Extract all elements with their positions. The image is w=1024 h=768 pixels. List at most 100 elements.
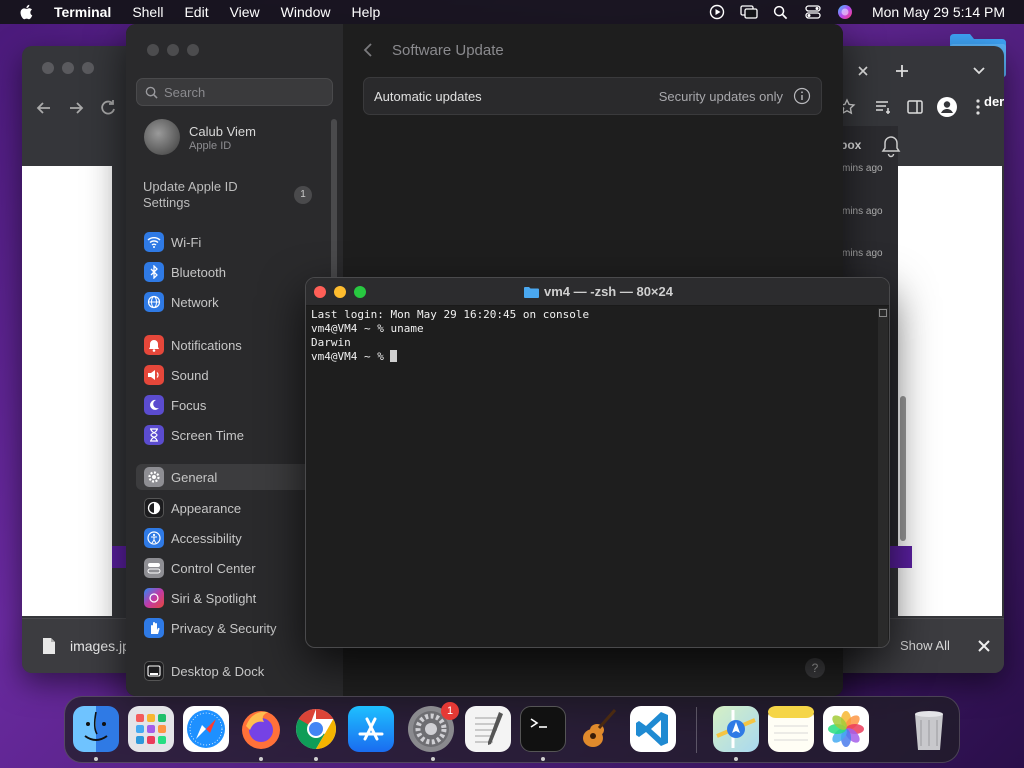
window-zoom-button[interactable] <box>187 44 199 56</box>
menu-clock[interactable]: Mon May 29 5:14 PM <box>872 4 1005 20</box>
close-download-bar-icon[interactable] <box>977 639 991 653</box>
siri-icon[interactable] <box>836 3 854 21</box>
menu-app-name[interactable]: Terminal <box>54 4 111 20</box>
tab-close-icon[interactable] <box>856 64 870 78</box>
dock-running-indicator <box>94 757 98 761</box>
message-time: mins ago <box>842 206 883 217</box>
inbox-label: box <box>840 138 862 152</box>
user-avatar[interactable] <box>144 119 180 155</box>
tab-search-chevron-icon[interactable] <box>972 65 986 77</box>
dock-notes-icon[interactable] <box>768 706 814 752</box>
moon-icon <box>144 395 164 415</box>
terminal-prompt: vm4@VM4 ~ % <box>311 350 391 363</box>
sidebar-item-label: Siri & Spotlight <box>171 590 257 606</box>
menu-shell[interactable]: Shell <box>132 4 163 20</box>
window-close-button[interactable] <box>147 44 159 56</box>
screen-record-icon[interactable] <box>708 3 726 21</box>
appearance-icon <box>144 498 164 518</box>
terminal-output[interactable]: Last login: Mon May 29 16:20:45 on conso… <box>311 308 871 364</box>
download-file-name[interactable]: images.jp <box>70 638 130 654</box>
sidebar-item-sound[interactable]: Sound <box>136 362 333 388</box>
dock-trash-icon[interactable] <box>906 706 952 752</box>
dock-safari-icon[interactable] <box>183 706 229 752</box>
sidebar-item-focus[interactable]: Focus <box>136 392 333 418</box>
file-icon <box>43 638 55 654</box>
info-icon[interactable] <box>793 87 811 105</box>
sidebar-item-wifi[interactable]: Wi-Fi <box>136 229 333 255</box>
notification-bell-icon[interactable] <box>880 134 902 158</box>
dock-running-indicator <box>314 757 318 761</box>
dock-chrome-icon[interactable] <box>293 706 339 752</box>
dock-icon <box>144 661 164 681</box>
sidebar-item-screen-time[interactable]: Screen Time <box>136 422 333 448</box>
sidebar-item-privacy-security[interactable]: Privacy & Security <box>136 615 333 641</box>
terminal-title-bar[interactable]: vm4 — -zsh — 80×24 <box>306 278 889 306</box>
dock-maps-icon[interactable] <box>713 706 759 752</box>
new-tab-icon[interactable] <box>894 63 910 79</box>
search-placeholder: Search <box>164 84 206 100</box>
message-time: mins ago <box>842 248 883 259</box>
reload-icon[interactable] <box>98 98 118 118</box>
dock-separator <box>696 707 697 753</box>
menu-help[interactable]: Help <box>351 4 380 20</box>
terminal-window: vm4 — -zsh — 80×24 Last login: Mon May 2… <box>305 277 890 648</box>
more-menu-icon[interactable] <box>974 98 982 116</box>
sidebar-item-network[interactable]: Network <box>136 289 333 315</box>
dock-terminal-icon[interactable] <box>520 706 566 752</box>
window-minimize-button[interactable] <box>62 62 74 74</box>
dock-garageband-icon[interactable] <box>575 706 621 752</box>
text-cursor <box>390 350 398 362</box>
scrollbar-square-icon <box>879 309 887 317</box>
forward-arrow-icon[interactable] <box>66 98 86 118</box>
sidebar-item-desktop-dock[interactable]: Desktop & Dock <box>136 658 333 684</box>
terminal-prompt-line: vm4@VM4 ~ % <box>311 350 871 364</box>
dock-finder-icon[interactable] <box>73 706 119 752</box>
automatic-updates-row[interactable]: Automatic updates Security updates only <box>363 77 822 115</box>
dock-textedit-icon[interactable] <box>465 706 511 752</box>
dock-photos-icon[interactable] <box>823 706 869 752</box>
menu-window[interactable]: Window <box>281 4 331 20</box>
dock-app-store-icon[interactable] <box>348 706 394 752</box>
show-all-button[interactable]: Show All <box>900 638 950 653</box>
menu-view[interactable]: View <box>230 4 260 20</box>
hand-icon <box>144 618 164 638</box>
window-minimize-button[interactable] <box>167 44 179 56</box>
dock-vscode-icon[interactable] <box>630 706 676 752</box>
page-scrollbar[interactable] <box>900 396 906 541</box>
apple-menu-icon[interactable] <box>18 3 36 21</box>
spotlight-search-icon[interactable] <box>772 3 790 21</box>
back-arrow-icon[interactable] <box>34 98 54 118</box>
menu-edit[interactable]: Edit <box>184 4 208 20</box>
terminal-scrollbar[interactable] <box>878 308 888 647</box>
terminal-title: vm4 — -zsh — 80×24 <box>306 284 889 299</box>
help-button[interactable]: ? <box>805 658 825 678</box>
sidebar-item-bluetooth[interactable]: Bluetooth <box>136 259 333 285</box>
control-center-icon[interactable] <box>804 3 822 21</box>
back-chevron-icon[interactable] <box>361 41 375 59</box>
apple-id-label: Apple ID <box>189 140 232 152</box>
sidebar-item-accessibility[interactable]: Accessibility <box>136 525 333 551</box>
terminal-line: vm4@VM4 ~ % uname <box>311 322 424 335</box>
folder-icon <box>524 287 539 298</box>
dock-firefox-icon[interactable] <box>238 706 284 752</box>
control-center-icon <box>144 558 164 578</box>
side-panel-icon[interactable] <box>906 98 924 116</box>
dock-launchpad-icon[interactable] <box>128 706 174 752</box>
sidebar-item-label: Appearance <box>171 500 242 516</box>
automatic-updates-label: Automatic updates <box>374 88 482 104</box>
sidebar-item-notifications[interactable]: Notifications <box>136 332 333 358</box>
window-zoom-button[interactable] <box>82 62 94 74</box>
tab-partial-text: der <box>984 94 1004 109</box>
reading-list-icon[interactable] <box>874 98 892 116</box>
screen-mirroring-icon[interactable] <box>740 3 758 21</box>
user-name[interactable]: Calub Viem <box>189 124 256 139</box>
search-field[interactable]: Search <box>136 78 333 106</box>
sidebar-item-control-center[interactable]: Control Center <box>136 555 333 581</box>
sidebar-item-siri-spotlight[interactable]: Siri & Spotlight <box>136 585 333 611</box>
dock: 1 <box>64 696 960 763</box>
profile-avatar-icon[interactable] <box>936 96 958 118</box>
update-apple-id-link[interactable]: Update Apple ID Settings <box>143 179 283 211</box>
window-close-button[interactable] <box>42 62 54 74</box>
menu-bar: Terminal Shell Edit View Window Help Mon… <box>0 0 1024 24</box>
sidebar-item-appearance[interactable]: Appearance <box>136 495 333 521</box>
